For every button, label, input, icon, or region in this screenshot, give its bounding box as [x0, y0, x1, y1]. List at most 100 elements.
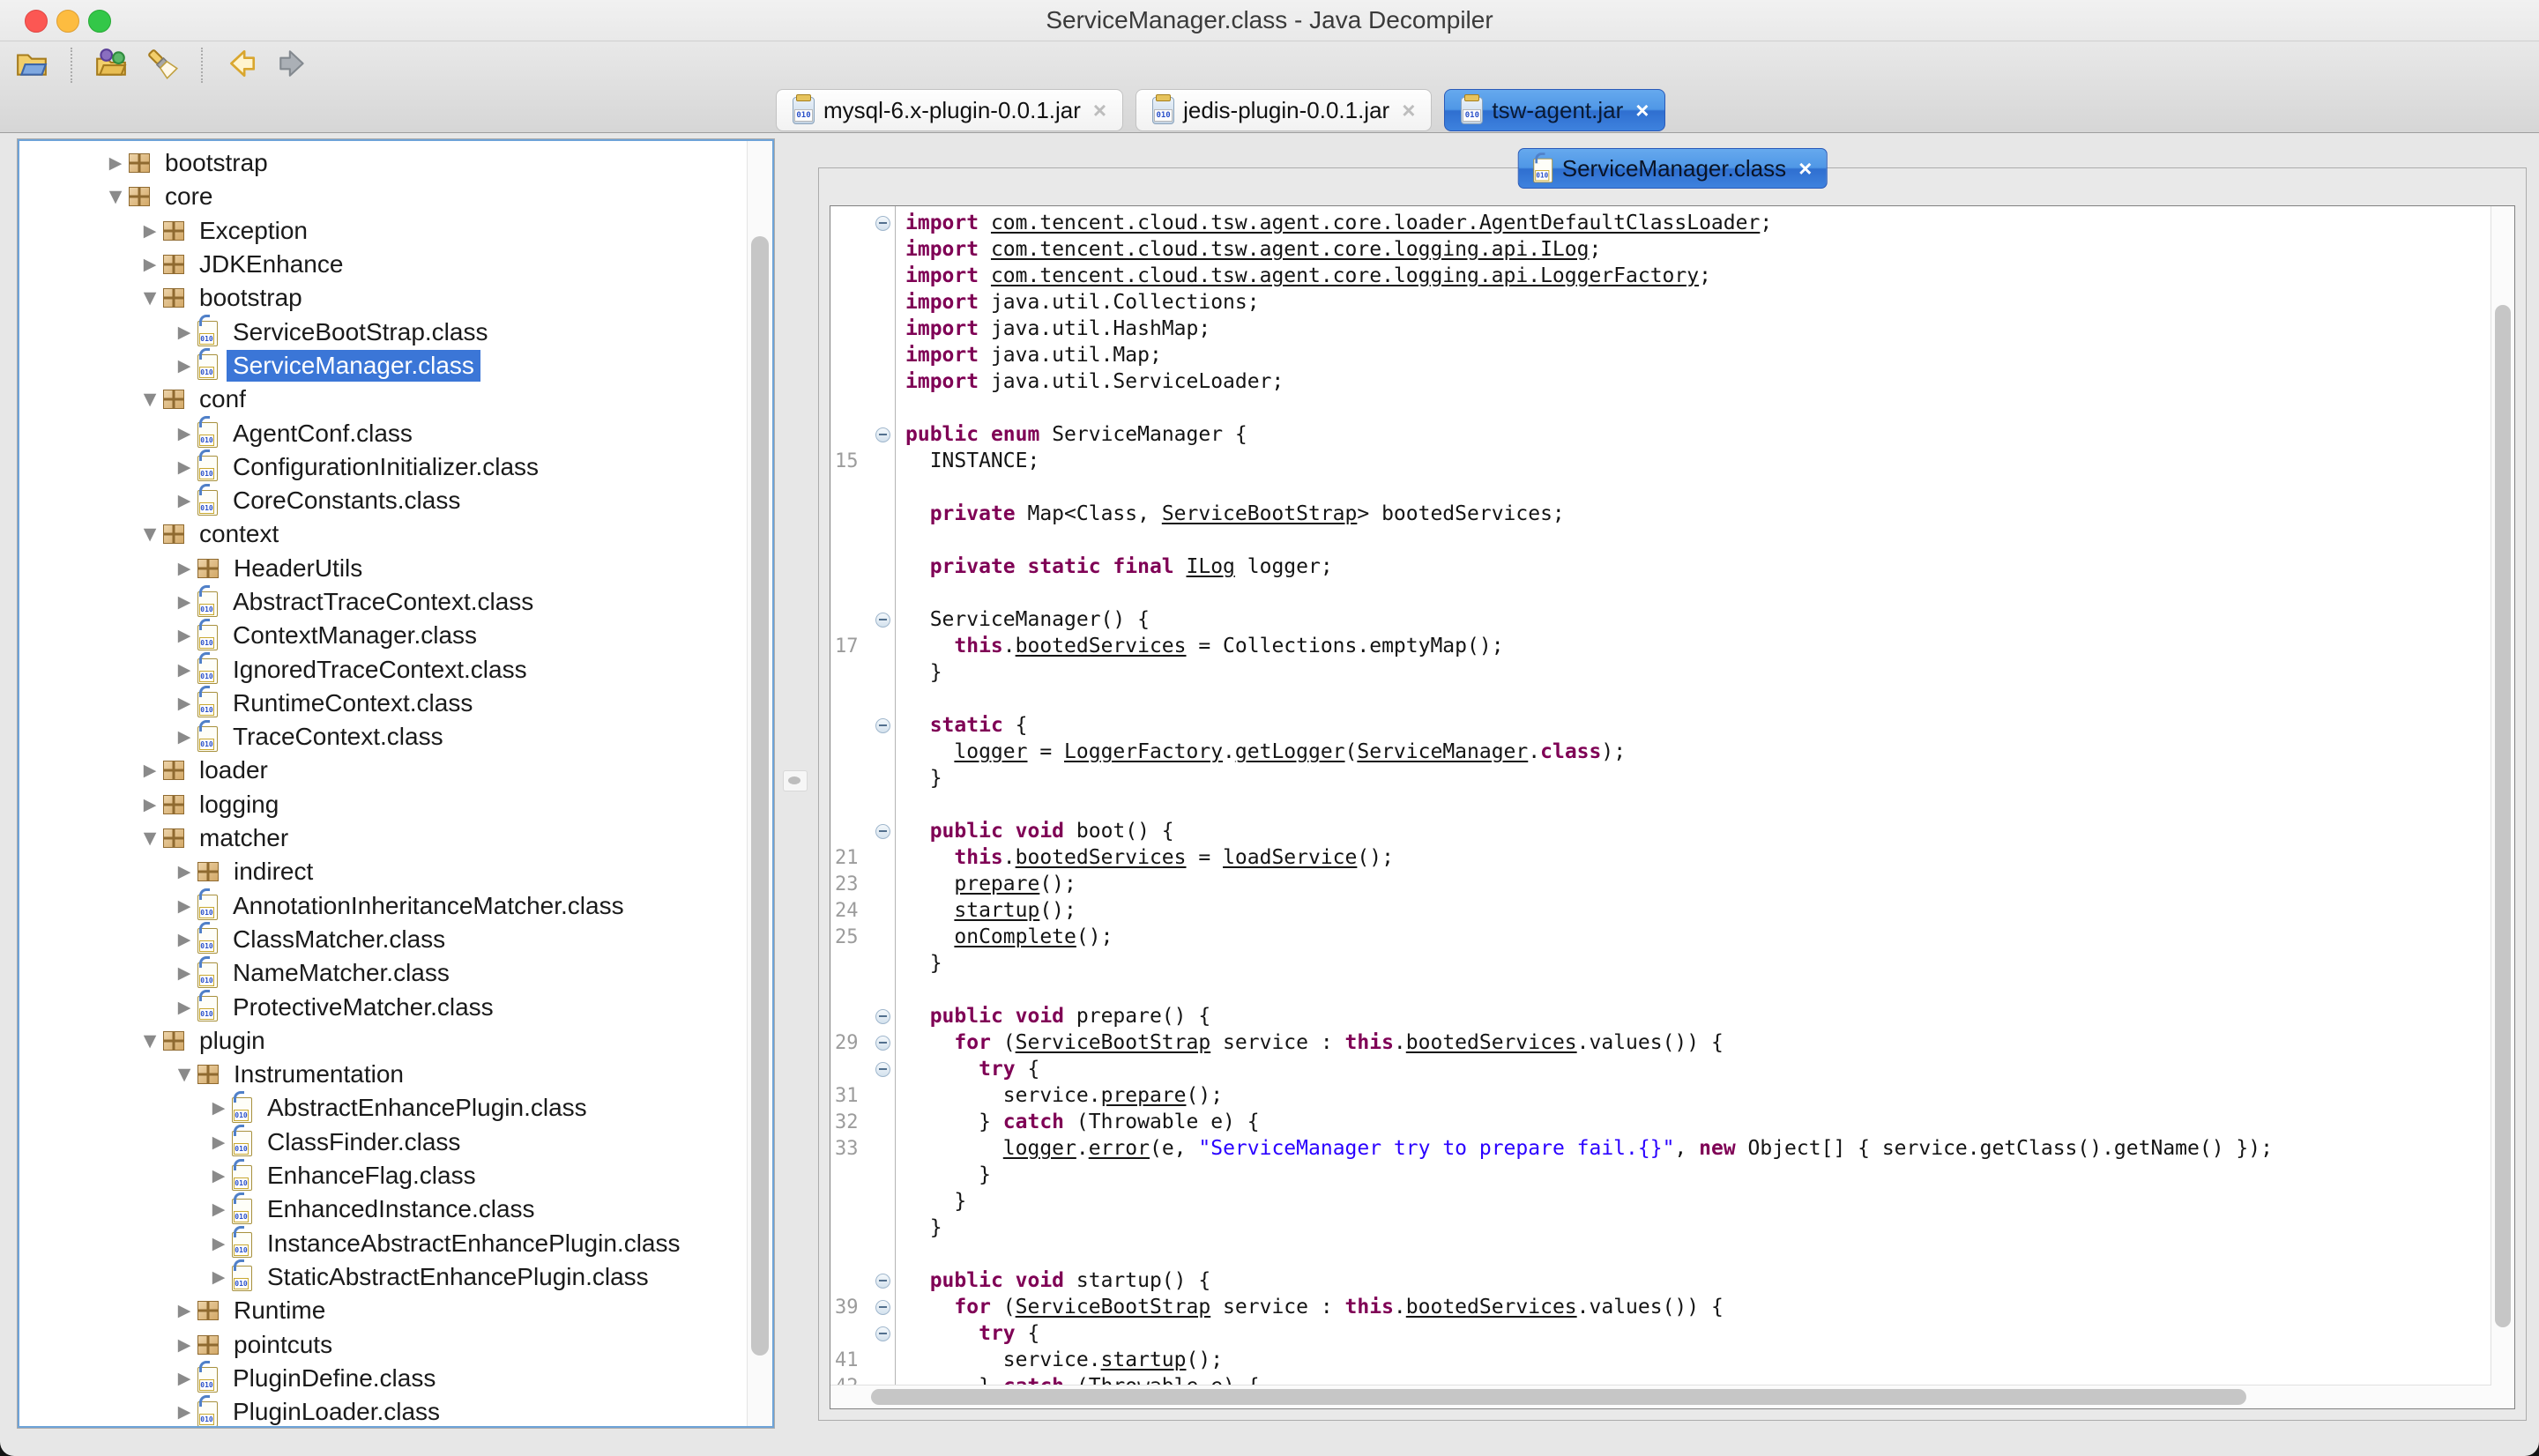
- tree-item-label[interactable]: StaticAbstractEnhancePlugin.class: [261, 1261, 655, 1293]
- jar-tab-close-icon[interactable]: ×: [1402, 97, 1415, 124]
- tree-item-label[interactable]: AnnotationInheritanceMatcher.class: [227, 890, 630, 922]
- expand-arrow-icon[interactable]: ▶: [205, 1166, 232, 1185]
- expand-arrow-icon[interactable]: ▶: [171, 356, 197, 375]
- expand-arrow-icon[interactable]: ▶: [171, 1301, 197, 1320]
- expand-arrow-icon[interactable]: ▶: [205, 1133, 232, 1152]
- tree-item[interactable]: ▶ PluginDefine.class: [19, 1362, 746, 1395]
- code-link[interactable]: LoggerFactory: [1064, 740, 1223, 763]
- tree-item[interactable]: ▼context: [19, 517, 746, 551]
- tree-item-label[interactable]: PluginLoader.class: [227, 1396, 446, 1428]
- open-jar-button[interactable]: [93, 48, 129, 83]
- expand-arrow-icon[interactable]: ▶: [171, 930, 197, 949]
- tree-item-label[interactable]: conf: [193, 383, 252, 415]
- expand-arrow-icon[interactable]: ▶: [171, 1335, 197, 1355]
- expand-arrow-icon[interactable]: ▶: [171, 862, 197, 881]
- tree-item[interactable]: ▶TraceContext.class: [19, 720, 746, 754]
- editor-tab-close-icon[interactable]: ×: [1798, 155, 1812, 182]
- jar-tab[interactable]: tsw-agent.jar×: [1444, 89, 1665, 131]
- tree-item[interactable]: ▶ProtectiveMatcher.class: [19, 990, 746, 1023]
- tree-item-label[interactable]: Runtime: [227, 1295, 331, 1326]
- code-link[interactable]: logger: [954, 740, 1027, 763]
- tree-item[interactable]: ▶ Runtime: [19, 1294, 746, 1327]
- expand-arrow-icon[interactable]: ▶: [171, 998, 197, 1017]
- code-link[interactable]: ServiceBootStrap: [1016, 1296, 1211, 1319]
- tree-item[interactable]: ▶ ServiceManager.class: [19, 349, 746, 383]
- tree-item[interactable]: ▶Exception: [19, 214, 746, 248]
- expand-arrow-icon[interactable]: ▶: [205, 1267, 232, 1287]
- tree-item-label[interactable]: bootstrap: [193, 282, 309, 314]
- tree-item-label[interactable]: IgnoredTraceContext.class: [227, 654, 533, 686]
- code-link[interactable]: ILog: [1187, 555, 1235, 578]
- tree-item[interactable]: ▶NameMatcher.class: [19, 956, 746, 990]
- tree-item-label[interactable]: Instrumentation: [227, 1059, 410, 1090]
- fold-collapse-icon[interactable]: [875, 427, 890, 442]
- expand-arrow-icon[interactable]: ▶: [137, 255, 163, 274]
- code-link[interactable]: com.tencent.cloud.tsw.agent.core.logging…: [991, 238, 1590, 261]
- fold-collapse-icon[interactable]: [875, 1300, 890, 1315]
- tree-item[interactable]: ▶ JDKEnhance: [19, 248, 746, 281]
- expand-arrow-icon[interactable]: ▶: [171, 1369, 197, 1388]
- collapse-arrow-icon[interactable]: ▼: [171, 1065, 197, 1084]
- tree-item-label[interactable]: PluginDefine.class: [227, 1363, 442, 1394]
- tree-item[interactable]: ▶ClassFinder.class: [19, 1125, 746, 1159]
- tree-item[interactable]: ▶bootstrap: [19, 146, 746, 180]
- expand-arrow-icon[interactable]: ▶: [171, 626, 197, 645]
- tree-item[interactable]: ▶ ContextManager.class: [19, 619, 746, 652]
- tree-item[interactable]: ▶EnhanceFlag.class: [19, 1159, 746, 1192]
- tree-item-label-selected[interactable]: ServiceManager.class: [227, 350, 480, 382]
- tree-item-label[interactable]: ContextManager.class: [227, 620, 483, 651]
- code-link[interactable]: ServiceBootStrap: [1016, 1031, 1211, 1054]
- fold-collapse-icon[interactable]: [875, 1009, 890, 1024]
- expand-arrow-icon[interactable]: ▶: [171, 592, 197, 612]
- tree-item[interactable]: ▶CoreConstants.class: [19, 484, 746, 517]
- tree-item-label[interactable]: ServiceBootStrap.class: [227, 316, 494, 348]
- tree-item[interactable]: ▶PluginLoader.class: [19, 1395, 746, 1428]
- fold-collapse-icon[interactable]: [875, 824, 890, 839]
- tree-item[interactable]: ▶HeaderUtils: [19, 552, 746, 585]
- tree-item[interactable]: ▶EnhancedInstance.class: [19, 1192, 746, 1226]
- code-link[interactable]: ServiceBootStrap: [1162, 502, 1358, 525]
- fold-collapse-icon[interactable]: [875, 718, 890, 733]
- code-link[interactable]: prepare: [1101, 1084, 1187, 1107]
- fold-collapse-icon[interactable]: [875, 216, 890, 231]
- collapse-arrow-icon[interactable]: ▼: [137, 288, 163, 308]
- expand-arrow-icon[interactable]: ▶: [171, 963, 197, 983]
- tree-item-label[interactable]: AgentConf.class: [227, 418, 419, 449]
- code-link[interactable]: error: [1089, 1137, 1150, 1160]
- editor-tab[interactable]: ServiceManager.class ×: [1518, 148, 1828, 189]
- tree-item-label[interactable]: core: [159, 181, 219, 212]
- tree-item-label[interactable]: ClassMatcher.class: [227, 924, 451, 955]
- tree-item[interactable]: ▼matcher: [19, 821, 746, 855]
- collapse-arrow-icon[interactable]: ▼: [137, 1031, 163, 1051]
- editor-vscroll-thumb[interactable]: [2495, 305, 2511, 1327]
- tree-item[interactable]: ▼plugin: [19, 1024, 746, 1058]
- fold-collapse-icon[interactable]: [875, 1274, 890, 1289]
- tree-item[interactable]: ▶ ClassMatcher.class: [19, 923, 746, 956]
- expand-arrow-icon[interactable]: ▶: [171, 323, 197, 342]
- expand-arrow-icon[interactable]: ▶: [137, 795, 163, 814]
- tree-item-label[interactable]: EnhancedInstance.class: [261, 1193, 541, 1225]
- tree-item-label[interactable]: AbstractTraceContext.class: [227, 586, 540, 618]
- code-link[interactable]: getLogger: [1235, 740, 1345, 763]
- expand-arrow-icon[interactable]: ▶: [137, 761, 163, 780]
- fold-collapse-icon[interactable]: [875, 1036, 890, 1051]
- tree-item[interactable]: ▼core: [19, 180, 746, 213]
- open-file-button[interactable]: [14, 48, 49, 83]
- forward-button[interactable]: [275, 48, 310, 83]
- collapse-arrow-icon[interactable]: ▼: [137, 524, 163, 544]
- tree-item-label[interactable]: JDKEnhance: [193, 249, 349, 280]
- tree-item[interactable]: ▶AgentConf.class: [19, 416, 746, 449]
- code-link[interactable]: bootedServices: [1406, 1031, 1577, 1054]
- tree-item-label[interactable]: TraceContext.class: [227, 721, 450, 753]
- tree-item-label[interactable]: AbstractEnhancePlugin.class: [261, 1092, 593, 1124]
- code-link[interactable]: onComplete: [954, 925, 1076, 948]
- code-link[interactable]: bootedServices: [1016, 635, 1187, 657]
- expand-arrow-icon[interactable]: ▶: [171, 491, 197, 510]
- tree-item[interactable]: ▼ Instrumentation: [19, 1058, 746, 1091]
- back-button[interactable]: [224, 48, 259, 83]
- fold-collapse-icon[interactable]: [875, 1326, 890, 1341]
- tree-item-label[interactable]: matcher: [193, 822, 294, 854]
- tree-item[interactable]: ▶indirect: [19, 855, 746, 888]
- tree-item[interactable]: ▶ AbstractTraceContext.class: [19, 585, 746, 619]
- tree-item-label[interactable]: logging: [193, 789, 285, 821]
